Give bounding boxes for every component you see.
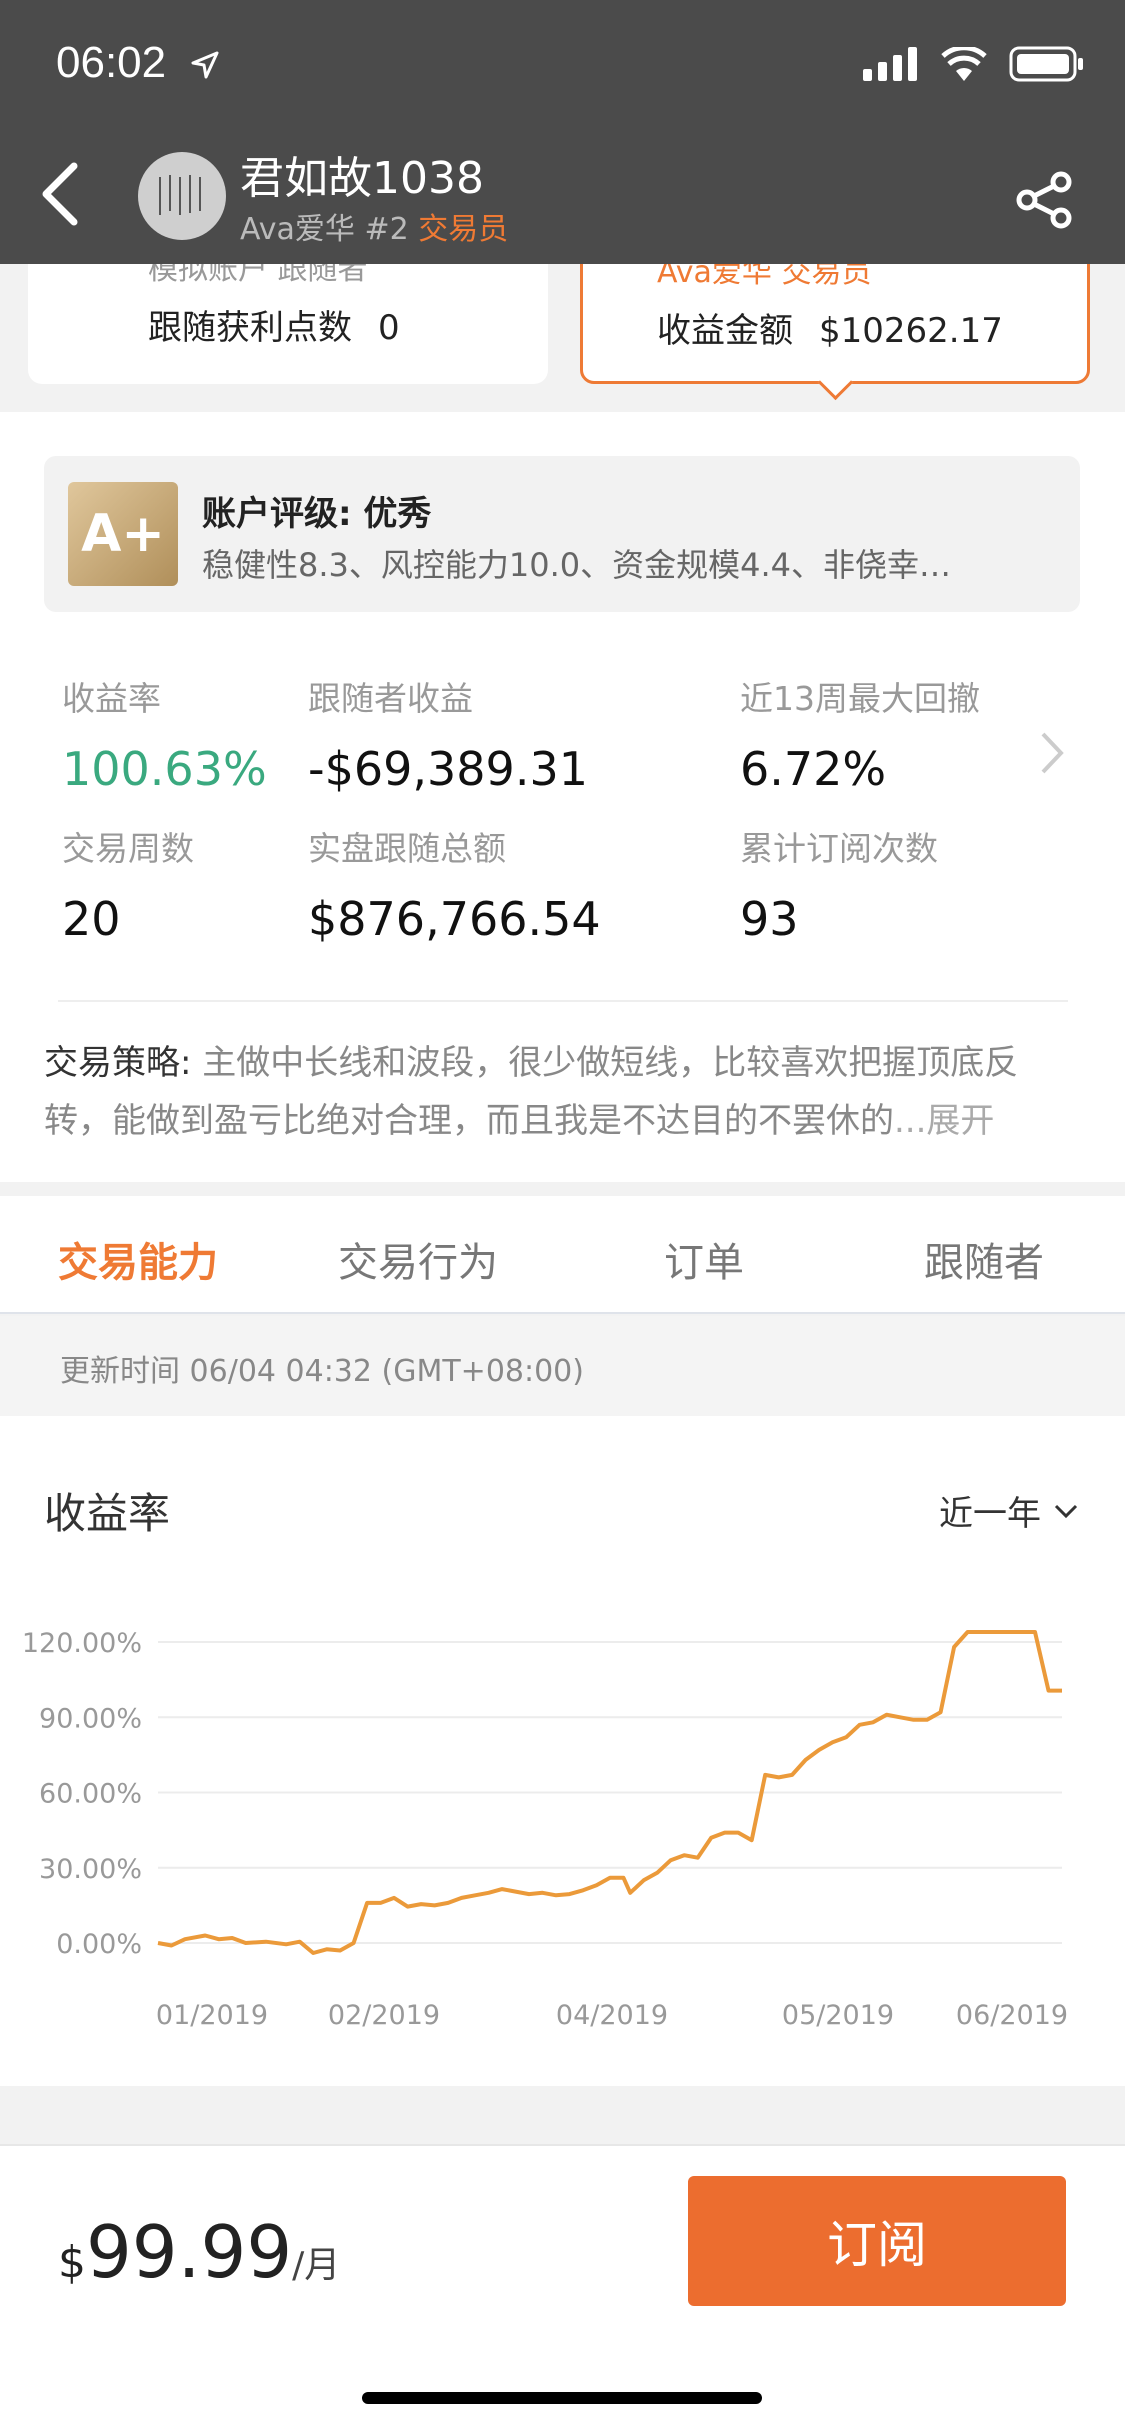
stat-follow-total: 实盘跟随总额 $876,766.54 [308,822,601,946]
chevron-right-icon[interactable] [1037,728,1067,778]
range-selector[interactable]: 近一年 [939,1486,1079,1535]
stat-subscriptions: 累计订阅次数 93 [740,822,938,946]
trader-role: 交易员 [418,212,509,247]
battery-icon [1009,46,1083,82]
update-time: 更新时间 06/04 04:32 (GMT+08:00) [60,1354,584,1389]
return-chart-section: 收益率 近一年 120.00% 90.00% 60.00% 30.00% 0.00% 01… [0,1416,1125,2086]
follower-card-value: 0 [378,308,400,348]
status-indicators [863,46,1085,82]
stat-trading-weeks: 交易周数 20 [62,822,194,946]
rating-description: 稳健性8.3、风控能力10.0、资金规模4.4、非侥幸… [202,546,952,584]
range-value: 近一年 [939,1494,1041,1534]
y-tick-label: 120.00% [22,1628,142,1659]
trader-card-label: 收益金额 [657,311,793,351]
y-tick-label: 30.00% [39,1854,142,1885]
price-period: /月 [292,2245,341,2286]
stat-value: -$69,389.31 [308,742,588,796]
avatar[interactable] [138,152,226,240]
stat-value: 20 [62,892,121,946]
stat-value: $876,766.54 [308,892,601,946]
stat-label: 近13周最大回撤 [740,679,980,718]
back-button[interactable] [34,158,88,230]
follower-card-main: 跟随获利点数 0 [148,300,400,349]
price-amount: 99.99 [86,2210,293,2294]
trader-card-main: 收益金额 $10262.17 [657,303,1003,352]
location-arrow-icon [191,51,219,79]
tab-followers[interactable]: 跟随者 [924,1230,1044,1288]
y-tick-label: 0.00% [56,1929,142,1960]
rating-title: 账户评级: 优秀 [202,494,432,534]
summary-cards: 模拟账户 跟随者 跟随获利点数 0 Ava爱华 交易员 收益金额 $10262.17 [0,224,1125,412]
rating-badge: A+ [68,482,178,586]
home-indicator [362,2392,762,2404]
chart-title: 收益率 [44,1489,171,1538]
stat-label: 实盘跟随总额 [308,829,506,868]
subscribe-button[interactable]: 订阅 [688,2176,1066,2306]
trading-strategy: 交易策略: 主做中长线和波段，很少做短线，比较喜欢把握顶底反转，能做到盈亏比绝对… [44,1034,1084,1150]
strategy-key: 交易策略: [44,1043,192,1083]
tab-trading-ability[interactable]: 交易能力 [58,1230,218,1288]
x-tick-label: 02/2019 [328,2000,440,2031]
signal-icon [863,47,917,81]
y-tick-label: 60.00% [39,1779,142,1810]
stat-value: 6.72% [740,742,887,796]
stat-value: 100.63% [62,742,267,796]
stat-follower-profit: 跟随者收益 -$69,389.31 [308,672,588,796]
wifi-icon [941,47,987,81]
detail-tabs: 交易能力 交易行为 订单 跟随者 [0,1196,1125,1314]
page: 06:02 君如故1038 Ava爱华 #2 交易员 模拟账户 跟随者 跟随获利… [0,0,1125,2436]
stat-label: 交易周数 [62,829,194,868]
update-time-bar: 更新时间 06/04 04:32 (GMT+08:00) [0,1316,1125,1416]
stat-label: 跟随者收益 [308,679,473,718]
trader-subline: Ava爱华 #2 交易员 [240,204,508,248]
calligraphy-avatar-icon [159,175,201,215]
trader-card-value: $10262.17 [819,311,1003,351]
price: $99.99/月 [58,2210,340,2294]
trader-rank: #2 [364,212,409,247]
account-overview: A+ 账户评级: 优秀 稳健性8.3、风控能力10.0、资金规模4.4、非侥幸…… [0,412,1125,1182]
trader-name: 君如故1038 [240,153,484,204]
tab-orders[interactable]: 订单 [664,1230,744,1288]
strategy-text: 主做中长线和波段，很少做短线，比较喜欢把握顶底反转，能做到盈亏比绝对合理，而且我… [44,1043,1019,1141]
return-chart[interactable]: 120.00% 90.00% 60.00% 30.00% 0.00% 01/2019 02/… [0,1596,1125,2036]
stat-value: 93 [740,892,799,946]
chevron-down-icon [1054,1504,1078,1518]
stat-label: 累计订阅次数 [740,829,938,868]
x-tick-label: 06/2019 [956,2000,1068,2031]
x-tick-label: 04/2019 [556,2000,668,2031]
x-tick-label: 05/2019 [782,2000,894,2031]
stat-label: 收益率 [62,679,161,718]
account-rating[interactable]: A+ 账户评级: 优秀 稳健性8.3、风控能力10.0、资金规模4.4、非侥幸… [44,456,1080,612]
divider [58,1000,1068,1002]
top-header: 06:02 君如故1038 Ava爱华 #2 交易员 [0,0,1125,264]
stat-return-rate: 收益率 100.63% [62,672,267,796]
y-tick-label: 90.00% [39,1703,142,1734]
trader-org: Ava爱华 [240,212,355,247]
price-currency: $ [58,2237,86,2288]
status-time: 06:02 [56,38,167,87]
tab-trading-behavior[interactable]: 交易行为 [338,1230,498,1288]
x-tick-label: 01/2019 [156,2000,268,2031]
follower-card-label: 跟随获利点数 [148,308,352,348]
share-button[interactable] [1013,168,1077,232]
strategy-expand-link[interactable]: ...展开 [894,1101,994,1141]
stat-max-drawdown: 近13周最大回撤 6.72% [740,672,980,796]
